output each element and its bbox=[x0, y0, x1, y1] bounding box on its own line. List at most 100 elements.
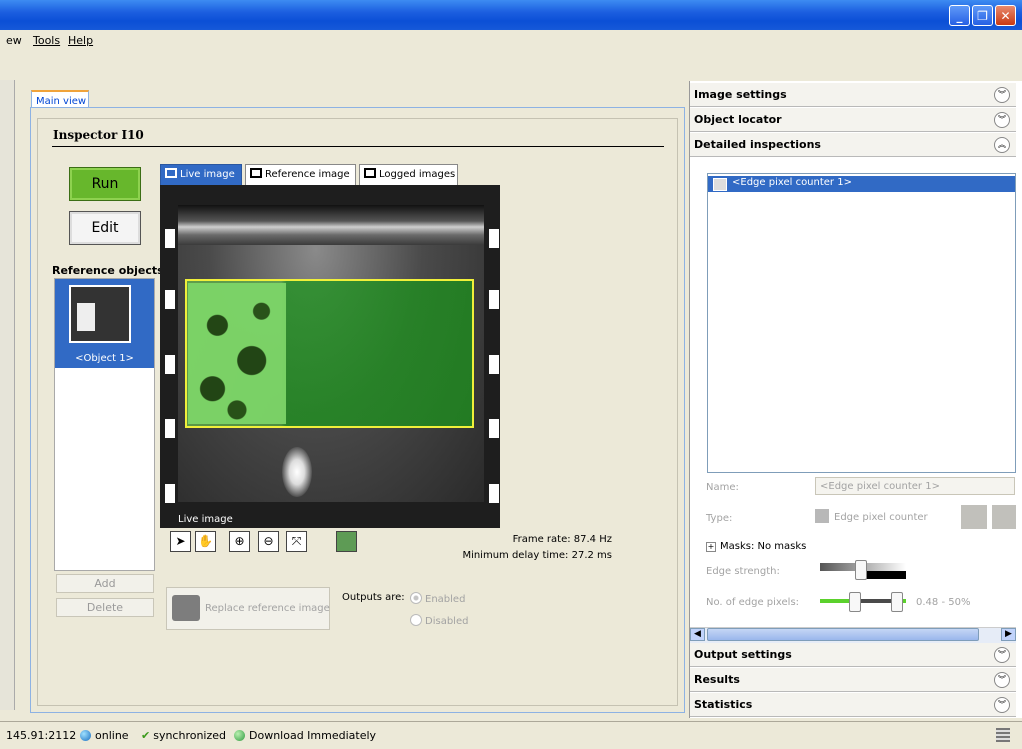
replace-reference-label: Replace reference image bbox=[205, 603, 330, 614]
outputs-disabled-radio[interactable]: Disabled bbox=[410, 614, 468, 627]
zoom-fit-icon[interactable]: ⤧ bbox=[286, 531, 307, 552]
grip-icon[interactable] bbox=[996, 728, 1010, 742]
zoom-out-icon[interactable]: ⊖ bbox=[258, 531, 279, 552]
chevron-down-icon[interactable]: ︾ bbox=[994, 87, 1010, 103]
chevron-down-icon[interactable]: ︾ bbox=[994, 112, 1010, 128]
reference-objects-label: Reference objects bbox=[52, 264, 164, 277]
name-label: Name: bbox=[706, 482, 739, 493]
section-title: Image settings bbox=[694, 88, 787, 101]
type-value: Edge pixel counter bbox=[834, 512, 928, 523]
camera-image-rim bbox=[178, 205, 484, 245]
radio-unselected bbox=[410, 614, 422, 626]
restore-button[interactable]: ❐ bbox=[972, 5, 993, 26]
zoom-in-icon[interactable]: ⊕ bbox=[229, 531, 250, 552]
edge-pixels-max-thumb[interactable] bbox=[891, 592, 903, 612]
checkmark-icon: ✔ bbox=[141, 729, 151, 742]
chevron-down-icon[interactable]: ︾ bbox=[994, 647, 1010, 663]
edge-strength-slider-thumb[interactable] bbox=[855, 560, 867, 580]
chevron-down-icon[interactable]: ︾ bbox=[994, 672, 1010, 688]
tab-reference-image[interactable]: Reference image bbox=[245, 164, 356, 185]
chevron-up-icon[interactable]: ︽ bbox=[994, 137, 1010, 153]
edge-counter-type-icon bbox=[815, 509, 829, 523]
masks-toggle[interactable]: + Masks: No masks bbox=[706, 541, 806, 552]
film-sprocket bbox=[489, 419, 499, 438]
name-field[interactable]: <Edge pixel counter 1> bbox=[815, 477, 1015, 495]
menu-tools[interactable]: Tools bbox=[33, 34, 60, 47]
inspections-list[interactable] bbox=[707, 173, 1016, 473]
title-bar bbox=[0, 0, 1022, 30]
section-title: Results bbox=[694, 673, 740, 686]
radio-selected bbox=[410, 592, 422, 604]
section-statistics[interactable]: Statistics ︾ bbox=[690, 693, 1016, 717]
edit-button[interactable]: Edit bbox=[69, 211, 141, 245]
add-button[interactable]: Add bbox=[56, 574, 154, 593]
scrollbar-thumb[interactable] bbox=[707, 628, 979, 641]
outputs-label: Outputs are: bbox=[342, 592, 405, 603]
hand-icon[interactable]: ✋ bbox=[195, 531, 216, 552]
section-title: Output settings bbox=[694, 648, 792, 661]
edge-pixels-min-thumb[interactable] bbox=[849, 592, 861, 612]
frame-rate: Frame rate: 87.4 Hz bbox=[512, 534, 612, 545]
frame-icon bbox=[250, 168, 262, 178]
tab-live-image[interactable]: Live image bbox=[160, 164, 242, 185]
status-bar: 145.91:2112 online ✔ synchronized Downloa… bbox=[0, 721, 1022, 749]
menu-view-partial[interactable]: ew bbox=[6, 34, 22, 47]
film-sprocket bbox=[165, 229, 175, 248]
film-sprocket bbox=[489, 355, 499, 374]
download-mode[interactable]: Download Immediately bbox=[234, 729, 376, 742]
tab-logged-images[interactable]: Logged images bbox=[359, 164, 458, 185]
scroll-left-icon[interactable]: ◀ bbox=[690, 628, 705, 641]
film-sprocket bbox=[489, 484, 499, 503]
minimize-button[interactable]: _ bbox=[949, 5, 970, 26]
display-options-icon[interactable] bbox=[336, 531, 357, 552]
sync-status: ✔ synchronized bbox=[141, 729, 226, 742]
section-image-settings[interactable]: Image settings ︾ bbox=[690, 83, 1016, 107]
section-output-settings[interactable]: Output settings ︾ bbox=[690, 643, 1016, 667]
radio-label: Disabled bbox=[425, 616, 469, 627]
close-button[interactable]: ✕ bbox=[995, 5, 1016, 26]
camera-icon bbox=[172, 595, 200, 621]
toolbar-area bbox=[0, 50, 1022, 78]
detected-edges-overlay bbox=[188, 283, 286, 424]
tab-label: Reference image bbox=[265, 169, 350, 180]
scroll-right-icon[interactable]: ▶ bbox=[1001, 628, 1016, 641]
online-status: online bbox=[80, 729, 129, 742]
outputs-enabled-radio[interactable]: Enabled bbox=[410, 592, 465, 605]
film-sprocket bbox=[165, 419, 175, 438]
section-title: Statistics bbox=[694, 698, 753, 711]
tab-label: Live image bbox=[180, 169, 235, 180]
delete-button[interactable]: Delete bbox=[56, 598, 154, 617]
film-sprocket bbox=[165, 290, 175, 309]
edge-counter-icon bbox=[713, 178, 727, 191]
thumbnail-label-patch bbox=[77, 303, 95, 331]
globe-icon bbox=[80, 730, 91, 741]
film-sprocket bbox=[489, 290, 499, 309]
type-action-button[interactable] bbox=[992, 505, 1016, 529]
menu-help[interactable]: Help bbox=[68, 34, 93, 47]
tab-main-view[interactable]: Main view bbox=[31, 90, 89, 108]
run-button[interactable]: Run bbox=[69, 167, 141, 201]
tab-label: Logged images bbox=[379, 169, 456, 180]
masks-label: Masks: No masks bbox=[720, 541, 807, 552]
device-address: 145.91:2112 bbox=[6, 729, 77, 742]
reference-object-name: <Object 1> bbox=[75, 353, 134, 364]
edge-pixels-range: 0.48 - 50% bbox=[916, 597, 971, 608]
type-label: Type: bbox=[706, 513, 733, 524]
viewer-caption: Live image bbox=[178, 514, 233, 525]
minimum-delay-time: Minimum delay time: 27.2 ms bbox=[462, 550, 612, 561]
section-title: Object locator bbox=[694, 113, 782, 126]
list-item[interactable]: <Edge pixel counter 1> bbox=[708, 176, 1015, 192]
section-detailed-inspections[interactable]: Detailed inspections ︽ bbox=[690, 133, 1016, 157]
chevron-down-icon[interactable]: ︾ bbox=[994, 697, 1010, 713]
section-results[interactable]: Results ︾ bbox=[690, 668, 1016, 692]
title-divider bbox=[52, 146, 664, 147]
type-action-button[interactable] bbox=[961, 505, 987, 529]
pointer-icon[interactable]: ➤ bbox=[170, 531, 191, 552]
section-object-locator[interactable]: Object locator ︾ bbox=[690, 108, 1016, 132]
edge-strength-label: Edge strength: bbox=[706, 566, 780, 577]
left-panel-edge bbox=[0, 80, 15, 710]
film-sprocket bbox=[165, 484, 175, 503]
sync-label: synchronized bbox=[153, 729, 227, 742]
light-reflection bbox=[282, 447, 312, 497]
online-label: online bbox=[95, 729, 129, 742]
